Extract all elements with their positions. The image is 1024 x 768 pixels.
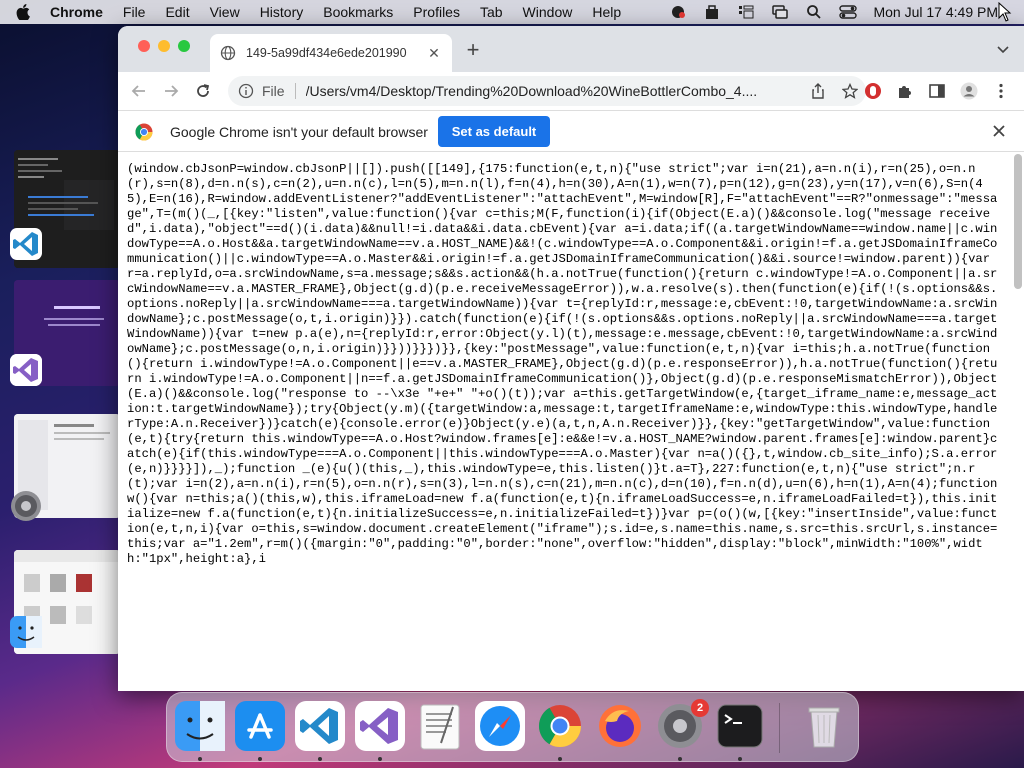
back-arrow-icon[interactable] (130, 82, 148, 100)
app-store-running-indicator (258, 757, 262, 761)
visual-studio-app-icon[interactable] (10, 354, 42, 386)
menu-file[interactable]: File (123, 4, 146, 20)
minimize-window-button[interactable] (158, 40, 170, 52)
menu-bookmarks[interactable]: Bookmarks (323, 4, 393, 20)
dock-chrome-icon[interactable] (535, 701, 585, 751)
search-icon[interactable] (805, 4, 823, 20)
window-controls (138, 40, 198, 52)
chrome-window: 149-5a99df434e6ede201990 ✕ + File /Users… (118, 26, 1024, 691)
mouse-cursor-icon (998, 2, 1012, 22)
share-icon[interactable] (810, 83, 826, 99)
menu-history[interactable]: History (260, 4, 304, 20)
visual-studio-running-indicator (378, 757, 382, 761)
infobar-message: Google Chrome isn't your default browser (170, 124, 428, 140)
bag-icon[interactable] (703, 4, 721, 20)
profile-avatar-icon[interactable] (960, 82, 978, 100)
info-icon[interactable] (238, 83, 254, 99)
dock-trash-icon[interactable] (799, 701, 849, 751)
tab-strip: 149-5a99df434e6ede201990 ✕ + (118, 26, 1024, 72)
menu-help[interactable]: Help (592, 4, 621, 20)
terminal-running-indicator (738, 757, 742, 761)
dock-safari-icon[interactable] (475, 701, 525, 751)
set-as-default-button[interactable]: Set as default (438, 116, 550, 147)
control-center-icon[interactable] (839, 4, 858, 20)
dock-finder-icon[interactable] (175, 701, 225, 751)
status-app-icon[interactable] (669, 4, 687, 20)
bookmark-star-icon[interactable] (842, 83, 858, 99)
finder-app-icon[interactable] (10, 616, 42, 648)
globe-icon (220, 45, 236, 61)
javascript-source-text: (window.cbJsonP=window.cbJsonP||[]).push… (127, 162, 1005, 566)
extension-stop-icon[interactable] (864, 82, 882, 100)
screen-mirroring-icon[interactable] (771, 4, 789, 20)
chevron-down-icon[interactable] (996, 42, 1010, 56)
dock-terminal-icon[interactable] (715, 701, 765, 751)
dock-separator (779, 703, 780, 753)
vscode-running-indicator (318, 757, 322, 761)
tab-close-icon[interactable]: ✕ (426, 45, 442, 61)
list-icon[interactable] (737, 4, 755, 20)
menu-clock[interactable]: Mon Jul 17 4:49 PM (873, 4, 998, 20)
menu-bar: Chrome File Edit View History Bookmarks … (0, 0, 1024, 24)
dock-visual-studio-icon[interactable] (355, 701, 405, 751)
settings-running-indicator (678, 757, 682, 761)
extensions-puzzle-icon[interactable] (896, 82, 914, 100)
desktop-window-strip (0, 140, 120, 700)
address-bar[interactable]: File /Users/vm4/Desktop/Trending%20Downl… (228, 76, 866, 106)
side-panel-icon[interactable] (928, 82, 946, 100)
close-icon[interactable] (992, 124, 1006, 138)
zoom-window-button[interactable] (178, 40, 190, 52)
settings-notification-badge: 2 (691, 699, 709, 717)
menu-profiles[interactable]: Profiles (413, 4, 460, 20)
menu-view[interactable]: View (210, 4, 240, 20)
url-scheme-label: File (262, 83, 296, 99)
dock-vscode-icon[interactable] (295, 701, 345, 751)
page-content: (window.cbJsonP=window.cbJsonP||[]).push… (118, 152, 1024, 691)
menu-window[interactable]: Window (523, 4, 573, 20)
menu-tab[interactable]: Tab (480, 4, 503, 20)
default-browser-infobar: Google Chrome isn't your default browser… (118, 110, 1024, 152)
dock-textedit-icon[interactable] (415, 701, 465, 751)
vscode-app-icon[interactable] (10, 228, 42, 260)
close-window-button[interactable] (138, 40, 150, 52)
apple-icon[interactable] (16, 4, 30, 20)
chrome-running-indicator (558, 757, 562, 761)
tab-active[interactable]: 149-5a99df434e6ede201990 ✕ (210, 34, 452, 72)
more-vert-icon[interactable] (992, 82, 1010, 100)
dock: 2 (166, 692, 859, 762)
dock-app-store-icon[interactable] (235, 701, 285, 751)
reload-icon[interactable] (194, 82, 212, 100)
url-text[interactable]: /Users/vm4/Desktop/Trending%20Download%2… (306, 83, 784, 99)
menu-edit[interactable]: Edit (165, 4, 189, 20)
dock-firefox-icon[interactable] (595, 701, 645, 751)
vertical-scrollbar[interactable] (1014, 154, 1022, 289)
system-settings-app-icon[interactable] (10, 490, 42, 522)
finder-running-indicator (198, 757, 202, 761)
browser-toolbar: File /Users/vm4/Desktop/Trending%20Downl… (118, 72, 1024, 110)
forward-arrow-icon[interactable] (162, 82, 180, 100)
new-tab-button[interactable]: + (462, 39, 484, 61)
tab-title: 149-5a99df434e6ede201990 (246, 46, 407, 60)
menu-app-name[interactable]: Chrome (50, 4, 103, 20)
chrome-logo-icon (135, 123, 153, 141)
